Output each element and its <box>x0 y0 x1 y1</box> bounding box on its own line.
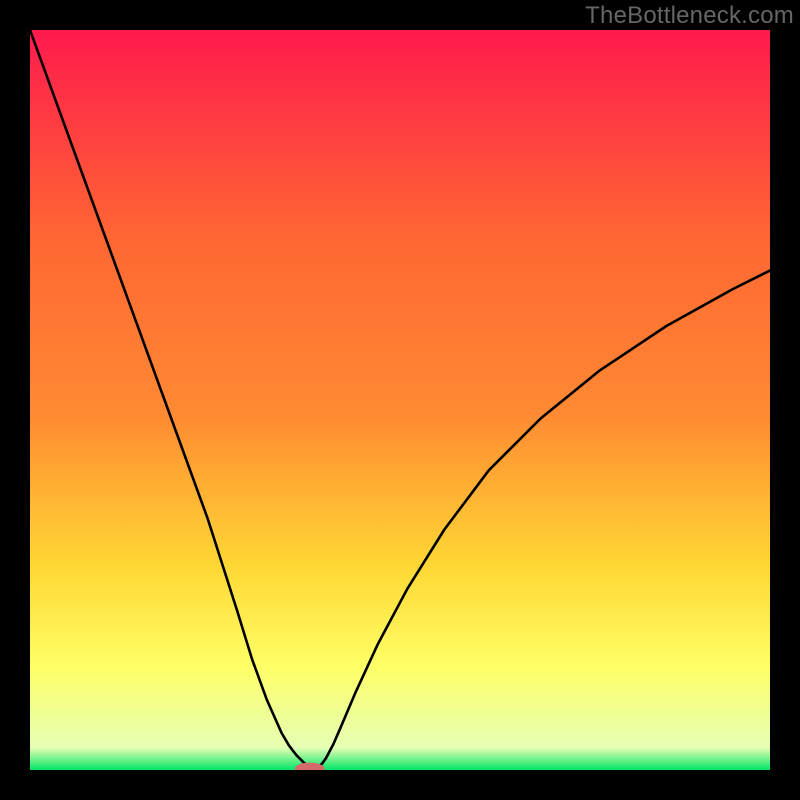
chart-svg <box>30 30 770 770</box>
chart-frame: TheBottleneck.com <box>0 0 800 800</box>
plot-area <box>30 30 770 770</box>
watermark-text: TheBottleneck.com <box>585 2 794 30</box>
gradient-background <box>30 30 770 770</box>
